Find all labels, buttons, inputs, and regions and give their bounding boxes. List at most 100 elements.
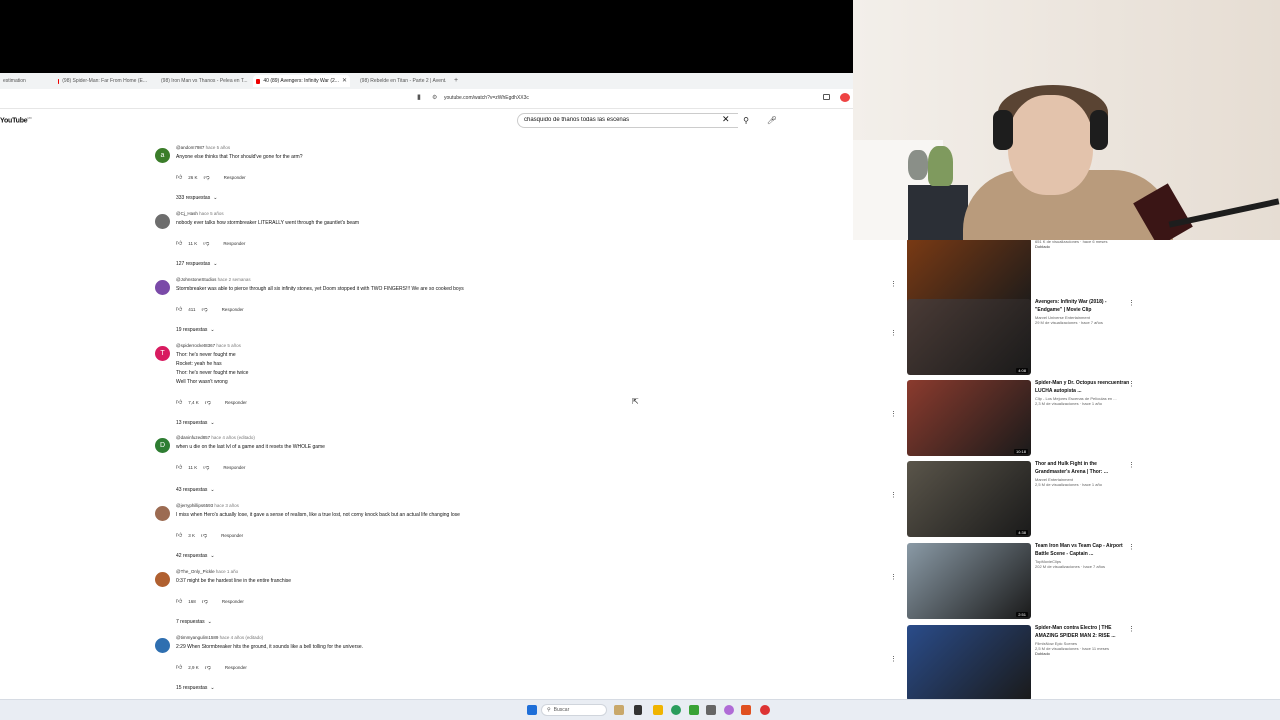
tab-2[interactable]: (98) Spider-Man: Far From Home (E... [55, 75, 150, 87]
comment-time[interactable]: hace 4 años (editado) [211, 435, 255, 440]
comment-author[interactable]: @JohnstoneStudios [176, 277, 216, 282]
video-thumbnail[interactable]: 4:38 [907, 461, 1031, 537]
profile-icon[interactable] [840, 93, 850, 102]
more-options-icon[interactable]: ⋮ [890, 573, 897, 581]
video-title[interactable]: Spider-Man y Dr. Octopus reencuentran LU… [1035, 380, 1130, 395]
more-options-icon[interactable]: ⋮ [890, 655, 897, 663]
taskbar-app-icon[interactable] [724, 705, 734, 715]
view-replies-button[interactable]: 42 respuestas ⌄ [176, 553, 215, 559]
more-options-icon[interactable]: ⋮ [1128, 380, 1135, 388]
task-view-icon[interactable] [634, 705, 642, 715]
avatar[interactable] [155, 572, 170, 587]
video-thumbnail[interactable]: 2:51 [907, 543, 1031, 619]
comment-author[interactable]: @andom7987 [176, 145, 204, 150]
comment-time[interactable]: hace 5 años [199, 211, 224, 216]
tab-active[interactable]: 40 (89) Avengers: Infinity War (2... ✕ [253, 75, 350, 87]
comment-time[interactable]: hace 5 años [206, 145, 231, 150]
comment-author[interactable]: @Cj_Hash [176, 211, 198, 216]
more-options-icon[interactable]: ⋮ [1128, 543, 1135, 551]
like-icon[interactable]: 👍︎ [176, 305, 182, 313]
more-options-icon[interactable]: ⋮ [890, 410, 897, 418]
reply-button[interactable]: Responder [225, 400, 247, 405]
view-replies-button[interactable]: 15 respuestas ⌄ [176, 685, 215, 691]
bookmark-icon[interactable]: ▮ [417, 93, 421, 101]
comment-time[interactable]: hace 2 semanas [218, 277, 251, 282]
avatar[interactable] [155, 638, 170, 653]
reply-button[interactable]: Responder [223, 465, 245, 470]
search-button[interactable]: ⚲ [738, 113, 754, 128]
more-options-icon[interactable]: ⋮ [890, 329, 897, 337]
url-text[interactable]: youtube.com/watch?v=zWhEgdhXX3c [444, 95, 529, 101]
clear-search-icon[interactable]: ✕ [722, 114, 730, 125]
view-replies-button[interactable]: 333 respuestas ⌄ [176, 195, 217, 201]
taskbar-app-icon[interactable] [706, 705, 716, 715]
more-options-icon[interactable]: ⋮ [1128, 625, 1135, 633]
more-options-icon[interactable]: ⋮ [1128, 299, 1135, 307]
file-explorer-icon[interactable] [653, 705, 663, 715]
taskbar-search[interactable]: ⚲ Buscar [541, 704, 607, 716]
video-thumbnail[interactable]: 10:18 [907, 380, 1031, 456]
dislike-icon[interactable]: 👎︎ [201, 531, 207, 539]
reply-button[interactable]: Responder [225, 665, 247, 670]
address-bar[interactable]: ▮ ⚙ youtube.com/watch?v=zWhEgdhXX3c [0, 89, 853, 109]
avatar[interactable]: a [155, 148, 170, 163]
like-icon[interactable]: 👍︎ [176, 463, 182, 471]
video-title[interactable]: Avengers: Infinity War (2018) - "Endgame… [1035, 299, 1130, 314]
avatar[interactable] [155, 506, 170, 521]
search-input[interactable] [524, 117, 714, 123]
taskbar-app-icon[interactable] [614, 705, 624, 715]
tab-1[interactable]: estimation [0, 75, 50, 87]
reply-button[interactable]: Responder [222, 307, 244, 312]
like-icon[interactable]: 👍︎ [176, 239, 182, 247]
view-replies-button[interactable]: 43 respuestas ⌄ [176, 487, 215, 493]
comment-author[interactable]: @timmyangulim1589 [176, 635, 218, 640]
like-icon[interactable]: 👍︎ [176, 398, 182, 406]
comment-author[interactable]: @The_Only_Pickle [176, 569, 215, 574]
reply-button[interactable]: Responder [224, 175, 246, 180]
video-title[interactable]: Spider-Man contra Electro | THE AMAZING … [1035, 625, 1130, 640]
video-thumbnail[interactable]: 4:08 [907, 299, 1031, 375]
extensions-icon[interactable] [823, 94, 830, 100]
dislike-icon[interactable]: 👎︎ [203, 239, 209, 247]
video-title[interactable]: Thor and Hulk Fight in the Grandmaster's… [1035, 461, 1130, 476]
like-icon[interactable]: 👍︎ [176, 173, 182, 181]
comment-author[interactable]: @jerryphillips6593 [176, 503, 213, 508]
search-box[interactable] [517, 113, 738, 128]
reply-button[interactable]: Responder [222, 599, 244, 604]
avatar[interactable] [155, 280, 170, 295]
dislike-icon[interactable]: 👎︎ [202, 597, 208, 605]
tab-3[interactable]: (98) Iron Man vs Thanos - Pelea en T... [155, 75, 250, 87]
view-replies-button[interactable]: 13 respuestas ⌄ [176, 420, 215, 426]
video-player-area[interactable] [0, 0, 853, 73]
avatar[interactable]: D [155, 438, 170, 453]
more-options-icon[interactable]: ⋮ [1128, 461, 1135, 469]
tab-5[interactable]: (98) Rebelde en Titan - Parte 2 | Avent.… [354, 75, 446, 87]
windows-start-icon[interactable] [527, 705, 537, 715]
view-replies-button[interactable]: 127 respuestas ⌄ [176, 261, 217, 267]
view-replies-button[interactable]: 19 respuestas ⌄ [176, 327, 215, 333]
chrome-icon[interactable] [671, 705, 681, 715]
dislike-icon[interactable]: 👎︎ [203, 463, 209, 471]
like-icon[interactable]: 👍︎ [176, 663, 182, 671]
avatar[interactable]: T [155, 346, 170, 361]
comment-author[interactable]: @daninfuzed857 [176, 435, 210, 440]
reply-button[interactable]: Responder [223, 241, 245, 246]
youtube-logo[interactable]: YouTubeMX [0, 116, 32, 124]
like-icon[interactable]: 👍︎ [176, 597, 182, 605]
dislike-icon[interactable]: 👎︎ [201, 305, 207, 313]
new-tab-icon[interactable]: + [451, 75, 461, 87]
comment-author[interactable]: @spiderrocket8367 [176, 343, 215, 348]
like-icon[interactable]: 👍︎ [176, 531, 182, 539]
view-replies-button[interactable]: 7 respuestas ⌄ [176, 619, 212, 625]
more-options-icon[interactable]: ⋮ [890, 491, 897, 499]
dislike-icon[interactable]: 👎︎ [204, 173, 210, 181]
minecraft-icon[interactable] [689, 705, 699, 715]
video-thumbnail[interactable] [907, 625, 1031, 700]
avatar[interactable] [155, 214, 170, 229]
comment-time[interactable]: hace 3 años [214, 503, 239, 508]
comment-time[interactable]: hace 1 año [216, 569, 238, 574]
close-tab-icon[interactable]: ✕ [342, 75, 347, 87]
brave-icon[interactable] [741, 705, 751, 715]
taskbar-app-icon[interactable] [760, 705, 770, 715]
dislike-icon[interactable]: 👎︎ [205, 663, 211, 671]
